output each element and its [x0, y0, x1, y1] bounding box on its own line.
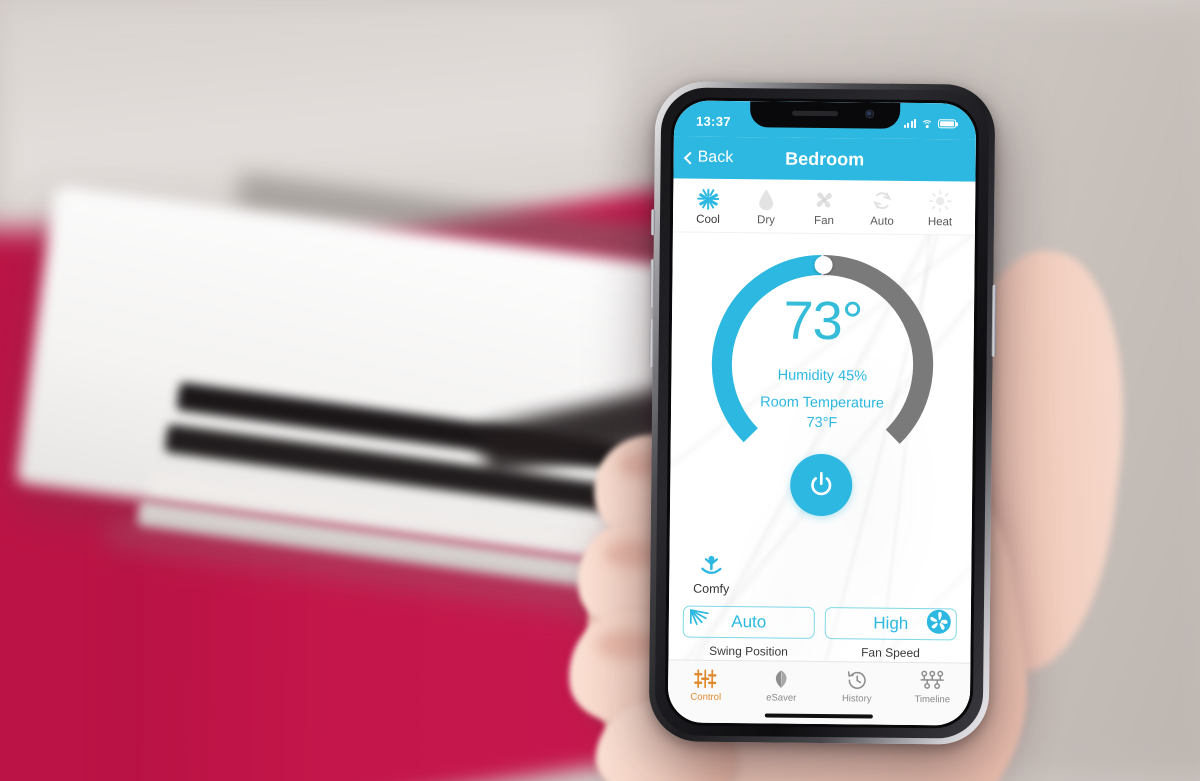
tab-label: eSaver [766, 692, 797, 704]
comfy-button[interactable]: Comfy [693, 552, 730, 596]
mode-fan[interactable]: Fan [795, 188, 853, 228]
front-camera [865, 109, 875, 119]
room-temperature-value: 73°F [806, 414, 838, 431]
mode-heat[interactable]: Heat [911, 189, 969, 229]
tab-control[interactable]: Control [668, 667, 744, 703]
tab-label: Timeline [914, 693, 951, 706]
clock-back-icon [847, 671, 866, 689]
phone-bezel: 13:37 Back Bedroom Cool Dry Fan Auto Hea… [664, 97, 980, 729]
tab-label: History [841, 693, 872, 705]
mode-auto[interactable]: Auto [853, 188, 911, 228]
bottom-tab-bar: Control eSaver History Timeline [667, 659, 971, 710]
fan-blades-icon [926, 609, 952, 640]
swing-position-value: Auto [731, 612, 767, 632]
dial-readout: 73° Humidity 45% Room Temperature 73°F [707, 290, 938, 435]
room-temperature-title: Room Temperature [760, 394, 885, 412]
power-button[interactable] [789, 453, 853, 517]
status-indicators [903, 114, 957, 132]
comfy-label: Comfy [693, 581, 730, 597]
fan-speed-value: High [873, 613, 909, 633]
timeline-icon [920, 670, 945, 689]
mode-label: Dry [756, 214, 776, 227]
set-temperature-value: 73° [783, 290, 863, 352]
ac-control-app: 13:37 Back Bedroom Cool Dry Fan Auto Hea… [667, 100, 977, 726]
fan-speed-button[interactable]: High [824, 607, 957, 641]
swing-position-control: Auto Swing Position [682, 605, 815, 659]
power-side-button[interactable] [991, 284, 997, 357]
mode-cool[interactable]: Cool [679, 186, 737, 226]
chevron-left-icon [683, 151, 697, 164]
fan-speed-label: Fan Speed [861, 645, 920, 661]
refresh-cycle-icon [870, 188, 894, 212]
phone-screen: 13:37 Back Bedroom Cool Dry Fan Auto Hea… [667, 100, 977, 726]
hand-holding-phone [0, 0, 1200, 781]
battery-icon [937, 118, 957, 128]
comfy-person-icon [701, 555, 722, 574]
mode-selector: Cool Dry Fan Auto Heat [672, 178, 976, 236]
navigation-bar: Back Bedroom [673, 136, 976, 182]
volume-up-button[interactable] [650, 259, 655, 308]
fan-speed-control: High Fan Speed [824, 607, 957, 660]
tab-esaver[interactable]: eSaver [743, 668, 819, 704]
room-temperature-label: Room Temperature 73°F [707, 393, 937, 435]
airflow-lines-icon [688, 607, 714, 636]
mode-label: Heat [927, 216, 953, 229]
fan-icon [812, 188, 836, 212]
volume-down-button[interactable] [649, 319, 654, 368]
home-indicator-bar[interactable] [667, 706, 970, 726]
mode-label: Fan [814, 214, 834, 228]
sun-icon [928, 189, 952, 213]
back-button[interactable]: Back [674, 148, 734, 167]
dial-knob-handle[interactable] [814, 255, 833, 275]
mode-label: Cool [696, 213, 720, 226]
back-button-label: Back [697, 148, 734, 167]
snowflake-icon [696, 187, 720, 211]
humidity-readout: Humidity 45% [777, 367, 868, 385]
controls-row: Auto Swing Position High Fan Speed [668, 595, 971, 662]
tab-timeline[interactable]: Timeline [894, 670, 970, 706]
mode-label: Auto [870, 215, 894, 228]
water-drop-icon [754, 187, 778, 211]
swing-position-button[interactable]: Auto [682, 605, 815, 639]
silent-switch[interactable] [650, 209, 656, 236]
status-clock: 13:37 [695, 113, 731, 129]
mode-dry[interactable]: Dry [737, 187, 795, 227]
smartphone-device: 13:37 Back Bedroom Cool Dry Fan Auto Hea… [648, 81, 997, 745]
tab-label: Control [690, 691, 722, 703]
earpiece-speaker [792, 110, 839, 117]
signal-bars-icon [903, 118, 917, 128]
sliders-icon [693, 669, 717, 689]
phone-notch [749, 101, 901, 129]
phone-inner-frame: 13:37 Back Bedroom Cool Dry Fan Auto Hea… [654, 87, 990, 739]
tab-history[interactable]: History [819, 669, 895, 705]
wifi-icon [920, 119, 934, 132]
leaf-icon [776, 670, 787, 688]
temperature-dial[interactable]: 73° Humidity 45% Room Temperature 73°F [706, 249, 938, 517]
swing-position-label: Swing Position [709, 643, 788, 659]
comfy-section: Comfy [669, 547, 971, 598]
temperature-dial-section: 73° Humidity 45% Room Temperature 73°F [670, 232, 975, 550]
